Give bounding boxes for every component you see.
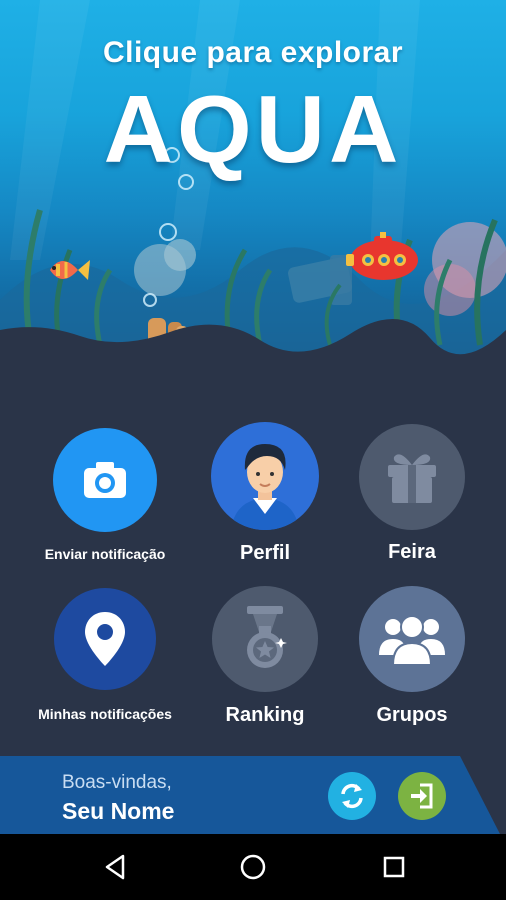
- my-notifications-button[interactable]: Minhas notificações: [25, 588, 185, 722]
- recents-button[interactable]: [374, 848, 414, 886]
- profile-button[interactable]: Perfil: [185, 422, 345, 565]
- back-button[interactable]: [95, 848, 135, 886]
- send-notification-label: Enviar notificação: [44, 546, 166, 562]
- send-notification-button[interactable]: Enviar notificação: [25, 428, 185, 562]
- fair-button[interactable]: Feira: [332, 424, 492, 564]
- login-icon: [411, 783, 433, 809]
- home-icon: [240, 854, 266, 880]
- user-name: Seu Nome: [62, 798, 175, 824]
- profile-label: Perfil: [239, 542, 291, 564]
- app-logo-title: AQUA: [103, 76, 403, 183]
- medal-icon: [212, 586, 318, 692]
- main-menu-grid: Enviar notificação Perfil Feira Minhas n…: [0, 420, 506, 740]
- fair-label: Feira: [388, 541, 436, 563]
- refresh-button[interactable]: [328, 772, 376, 820]
- ranking-button[interactable]: Ranking: [185, 586, 345, 727]
- home-button[interactable]: [233, 848, 273, 886]
- welcome-footer: Boas-vindas, Seu Nome: [0, 756, 506, 834]
- group-icon: [359, 586, 465, 692]
- avatar-icon: [211, 422, 319, 530]
- location-pin-icon: [54, 588, 156, 690]
- camera-icon: [53, 428, 157, 532]
- login-button[interactable]: [398, 772, 446, 820]
- ranking-label: Ranking: [225, 704, 305, 726]
- hero-banner[interactable]: Clique para explorar AQUA: [0, 0, 506, 385]
- welcome-text: Boas-vindas,: [62, 772, 172, 793]
- refresh-icon: [341, 783, 363, 809]
- groups-button[interactable]: Grupos: [332, 586, 492, 727]
- gift-icon: [359, 424, 465, 530]
- my-notifications-label: Minhas notificações: [38, 706, 172, 722]
- android-nav-bar: [0, 834, 506, 900]
- hero-subtitle: Clique para explorar: [102, 36, 404, 69]
- back-icon: [105, 854, 125, 880]
- recents-icon: [383, 856, 405, 878]
- groups-label: Grupos: [376, 704, 448, 726]
